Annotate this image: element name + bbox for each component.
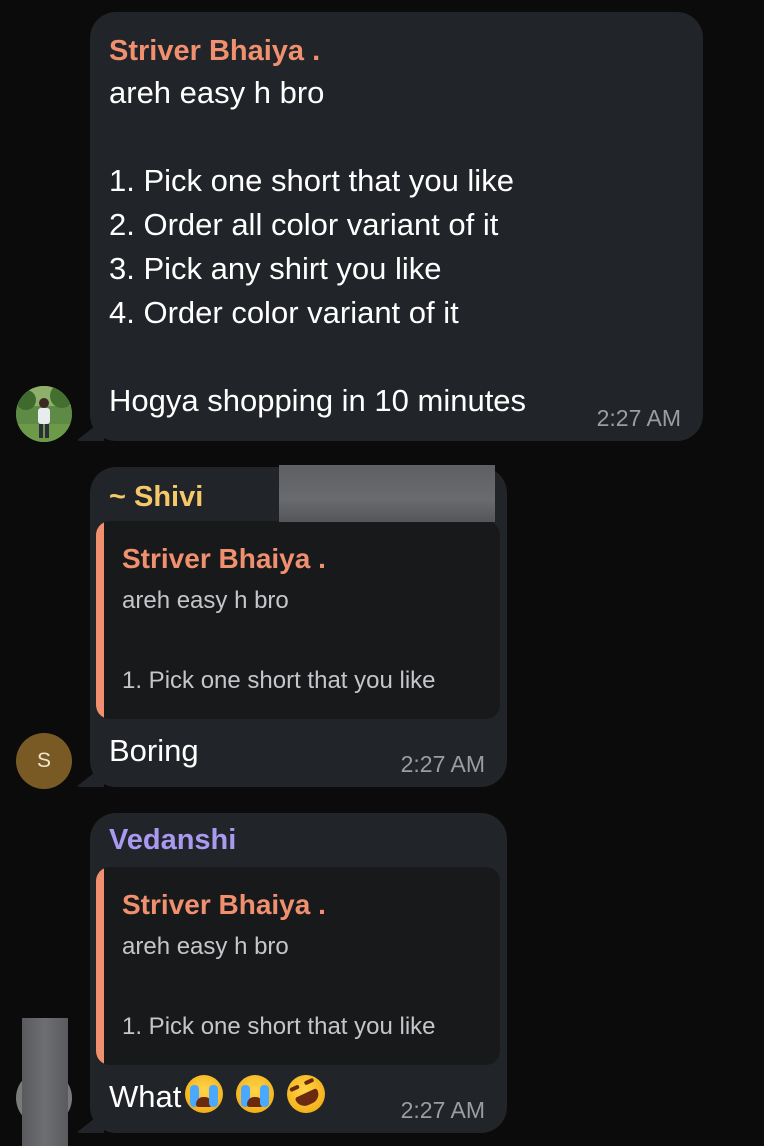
redacted-area — [279, 465, 495, 522]
reply-quote-sender: Striver Bhaiya . — [122, 543, 326, 574]
chat-thread: Striver Bhaiya . areh easy h bro 1. Pick… — [0, 0, 764, 1146]
message-line: 4. Order color variant of it — [109, 295, 459, 330]
message-line: 1. Pick one short that you like — [109, 163, 514, 198]
message-bubble[interactable]: Striver Bhaiya . areh easy h bro 1. Pick… — [90, 12, 703, 441]
message-line: areh easy h bro — [109, 75, 325, 110]
message-text-content: What — [109, 1079, 182, 1114]
message-line — [109, 115, 526, 159]
avatar[interactable] — [16, 386, 72, 442]
message-timestamp: 2:27 AM — [400, 751, 485, 777]
reply-quote[interactable]: Striver Bhaiya . areh easy h bro 1. Pick… — [96, 521, 500, 719]
redacted-area — [22, 1018, 68, 1146]
reply-quote-bar — [96, 867, 104, 1065]
sender-name[interactable]: ~ Shivi — [109, 480, 203, 514]
avatar-initial: S — [36, 749, 51, 772]
message-text: What — [109, 1068, 331, 1120]
reply-quote-text: areh easy h bro — [122, 587, 289, 614]
rolling-on-the-floor-laughing-icon — [280, 1068, 331, 1120]
sender-name[interactable]: Vedanshi — [109, 823, 236, 857]
reply-quote-text: 1. Pick one short that you like — [122, 667, 436, 694]
loudly-crying-face-icon — [185, 1075, 224, 1113]
message-line: 2. Order all color variant of it — [109, 207, 499, 242]
loudly-crying-face-icon — [235, 1075, 274, 1113]
message-line — [109, 335, 526, 379]
avatar[interactable]: S — [16, 733, 72, 789]
message-timestamp: 2:27 AM — [400, 1097, 485, 1123]
reply-quote-text: areh easy h bro — [122, 933, 289, 960]
avatar-photo — [16, 386, 72, 442]
message-text: Boring — [109, 733, 199, 768]
message-line: Hogya shopping in 10 minutes — [109, 383, 527, 418]
reply-quote[interactable]: Striver Bhaiya . areh easy h bro 1. Pick… — [96, 867, 500, 1065]
reply-quote-text: 1. Pick one short that you like — [122, 1013, 436, 1040]
message-text: areh easy h bro 1. Pick one short that y… — [109, 71, 526, 423]
reply-quote-bar — [96, 521, 104, 719]
message-line: 3. Pick any shirt you like — [109, 251, 442, 286]
message-timestamp: 2:27 AM — [596, 405, 681, 431]
sender-name[interactable]: Striver Bhaiya . — [109, 34, 320, 68]
message-bubble[interactable]: Vedanshi Striver Bhaiya . areh easy h br… — [90, 813, 507, 1133]
reply-quote-sender: Striver Bhaiya . — [122, 889, 326, 920]
